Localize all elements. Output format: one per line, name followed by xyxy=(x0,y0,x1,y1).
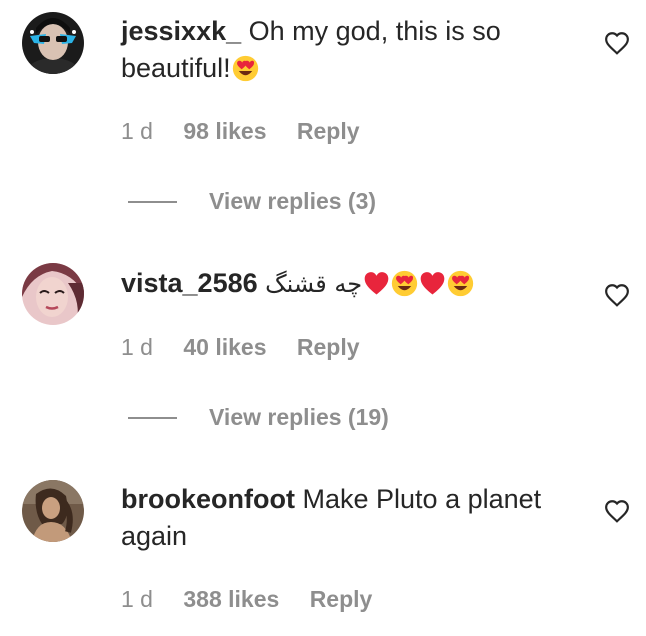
divider-line xyxy=(128,416,177,419)
comment-username[interactable]: vista_2586 xyxy=(121,268,258,298)
reply-button[interactable]: Reply xyxy=(297,118,360,145)
like-heart-icon[interactable] xyxy=(604,283,630,307)
like-heart-icon[interactable] xyxy=(604,499,630,523)
comment-username[interactable]: jessixxk_ xyxy=(121,16,241,46)
comment-likes[interactable]: 98 likes xyxy=(183,118,266,145)
divider-line xyxy=(128,200,177,203)
comment-meta-3: 1 d 388 likes Reply xyxy=(121,586,372,613)
comment-time: 1 d xyxy=(121,118,153,144)
comment-time: 1 d xyxy=(121,334,153,360)
view-replies-button[interactable]: View replies (3) xyxy=(128,188,376,215)
comment-meta-1: 1 d 98 likes Reply xyxy=(121,118,360,145)
view-replies-button[interactable]: View replies (19) xyxy=(128,404,389,431)
red-heart-emoji-icon xyxy=(419,270,446,297)
comment-likes[interactable]: 388 likes xyxy=(183,586,279,613)
heart-eyes-emoji-icon xyxy=(232,55,259,82)
avatar-brookeonfoot[interactable] xyxy=(22,480,84,542)
reply-button[interactable]: Reply xyxy=(297,334,360,361)
comment-text-1: jessixxk_ Oh my god, this is so beautifu… xyxy=(121,13,581,87)
comment-meta-2: 1 d 40 likes Reply xyxy=(121,334,360,361)
reply-button[interactable]: Reply xyxy=(310,586,373,613)
comment-text-3: brookeonfoot Make Pluto a planet again xyxy=(121,481,581,555)
red-heart-emoji-icon xyxy=(363,270,390,297)
comment-time: 1 d xyxy=(121,586,153,612)
comment-body: چه قشنگ xyxy=(265,270,363,298)
comment-likes[interactable]: 40 likes xyxy=(183,334,266,361)
comment-text-2: vista_2586 چه قشنگ xyxy=(121,265,581,303)
avatar-vista[interactable] xyxy=(22,263,84,325)
view-replies-label: View replies (19) xyxy=(209,404,389,430)
avatar-jessixxk[interactable] xyxy=(22,12,84,74)
view-replies-label: View replies (3) xyxy=(209,188,377,214)
comment-username[interactable]: brookeonfoot xyxy=(121,484,295,514)
heart-eyes-emoji-icon xyxy=(447,270,474,297)
like-heart-icon[interactable] xyxy=(604,31,630,55)
heart-eyes-emoji-icon xyxy=(391,270,418,297)
